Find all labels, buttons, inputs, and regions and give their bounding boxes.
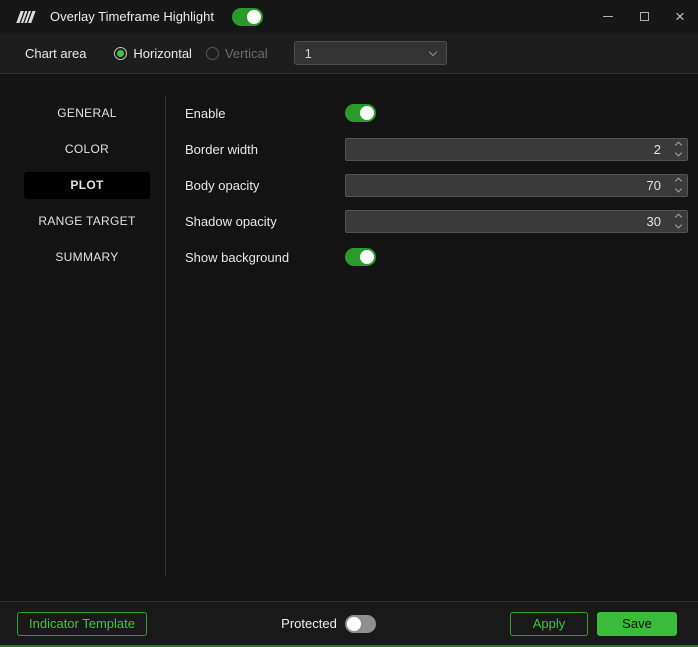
spinner-down-icon[interactable] (675, 149, 682, 156)
spinner-up-icon[interactable] (675, 177, 682, 184)
spinner-down-icon[interactable] (675, 221, 682, 228)
body-opacity-field (345, 174, 688, 197)
border-width-input[interactable] (345, 138, 688, 161)
form-row-border-width: Border width (185, 131, 688, 167)
chevron-down-icon (428, 47, 436, 55)
shadow-opacity-field (345, 210, 688, 233)
apply-button[interactable]: Apply (510, 612, 588, 636)
spinner-up-icon[interactable] (675, 213, 682, 220)
toggle-knob (347, 617, 361, 631)
form-row-shadow-opacity: Shadow opacity (185, 203, 688, 239)
enable-toggle[interactable] (345, 104, 376, 122)
close-button[interactable]: × (662, 0, 698, 33)
chart-area-select[interactable]: 1 (294, 41, 447, 65)
body-opacity-input[interactable] (345, 174, 688, 197)
toggle-knob (360, 106, 374, 120)
border-width-field (345, 138, 688, 161)
indicator-enabled-toggle[interactable] (232, 8, 263, 26)
maximize-button[interactable] (626, 0, 662, 33)
minimize-button[interactable] (590, 0, 626, 33)
minimize-icon (603, 16, 613, 17)
show-background-toggle[interactable] (345, 248, 376, 266)
spinner-down-icon[interactable] (675, 185, 682, 192)
close-icon: × (675, 8, 685, 25)
sidebar-item-color[interactable]: COLOR (24, 136, 150, 163)
radio-dot-icon (117, 50, 124, 57)
chart-area-toolbar: Chart area Horizontal Vertical 1 (0, 33, 698, 74)
spinner-icon[interactable] (676, 179, 681, 192)
spinner-icon[interactable] (676, 215, 681, 228)
dialog-window: Overlay Timeframe Highlight × Chart area… (0, 0, 698, 647)
radio-ring-icon (206, 47, 219, 60)
save-button[interactable]: Save (597, 612, 677, 636)
toggle-knob (247, 10, 261, 24)
radio-vertical-label: Vertical (225, 46, 268, 61)
form-row-body-opacity: Body opacity (185, 167, 688, 203)
settings-sidebar: GENERAL COLOR PLOT RANGE TARGET SUMMARY (0, 74, 166, 601)
indicator-template-button[interactable]: Indicator Template (17, 612, 147, 636)
sidebar-item-summary[interactable]: SUMMARY (24, 244, 150, 271)
show-background-label: Show background (185, 250, 345, 265)
sidebar-item-range-target[interactable]: RANGE TARGET (24, 208, 150, 235)
radio-vertical[interactable]: Vertical (206, 46, 268, 61)
sidebar-item-plot[interactable]: PLOT (24, 172, 150, 199)
protected-label: Protected (281, 616, 337, 631)
border-width-label: Border width (185, 142, 345, 157)
toggle-knob (360, 250, 374, 264)
window-title: Overlay Timeframe Highlight (50, 9, 214, 24)
shadow-opacity-label: Shadow opacity (185, 214, 345, 229)
protected-toggle[interactable] (345, 615, 376, 633)
footer-bar: Indicator Template Protected Apply Save (0, 601, 698, 645)
radio-horizontal-label: Horizontal (133, 46, 192, 61)
spinner-up-icon[interactable] (675, 141, 682, 148)
title-bar: Overlay Timeframe Highlight × (0, 0, 698, 33)
app-logo-icon (13, 10, 37, 24)
spinner-icon[interactable] (676, 143, 681, 156)
sidebar-item-general[interactable]: GENERAL (24, 100, 150, 127)
shadow-opacity-input[interactable] (345, 210, 688, 233)
radio-horizontal[interactable]: Horizontal (114, 46, 192, 61)
chart-area-label: Chart area (25, 46, 86, 61)
enable-label: Enable (185, 106, 345, 121)
content-area: GENERAL COLOR PLOT RANGE TARGET SUMMARY … (0, 74, 698, 601)
body-opacity-label: Body opacity (185, 178, 345, 193)
radio-ring-icon (114, 47, 127, 60)
form-row-show-background: Show background (185, 239, 688, 275)
maximize-icon (640, 12, 649, 21)
form-row-enable: Enable (185, 95, 688, 131)
protected-group: Protected (147, 615, 510, 633)
plot-settings-panel: Enable Border width Body opacity (166, 74, 698, 601)
chart-area-select-value: 1 (305, 46, 312, 61)
